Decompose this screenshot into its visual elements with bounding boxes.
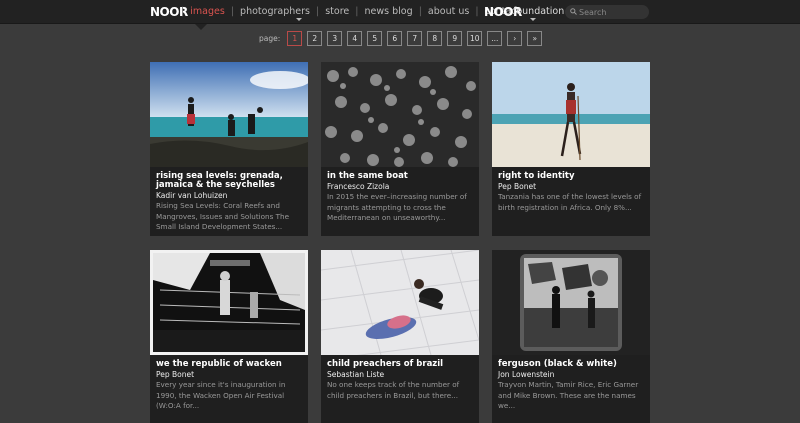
story-description: In 2015 the ever–increasing number of mi…	[327, 192, 467, 222]
foundation-dropdown-caret-icon[interactable]	[530, 18, 536, 21]
store-dropdown-caret-icon[interactable]	[296, 18, 302, 21]
search-icon	[570, 8, 577, 15]
nav-store[interactable]: store	[325, 6, 349, 17]
story-title[interactable]: rising sea levels: grenada, jamaica & th…	[156, 172, 304, 190]
story-card[interactable]: ferguson (black & white) Jon Lowenstein …	[492, 250, 650, 423]
nav-images[interactable]: images	[190, 6, 225, 17]
story-title[interactable]: child preachers of brazil	[327, 360, 475, 369]
story-card[interactable]: we the republic of wacken Pep Bonet Ever…	[150, 250, 308, 423]
nav-separator: |	[181, 6, 185, 17]
story-description: No one keeps track of the number of chil…	[327, 380, 460, 400]
story-title[interactable]: we the republic of wacken	[156, 360, 304, 369]
child-preacher-photo-image	[321, 250, 479, 355]
nav-about-us[interactable]: about us	[428, 6, 469, 17]
page-button[interactable]: 5	[367, 30, 383, 46]
foundation-label[interactable]: foundation	[513, 6, 564, 17]
nav-news-blog[interactable]: news blog	[365, 6, 413, 17]
story-description: Every year since it's inauguration in 19…	[156, 380, 286, 410]
story-title[interactable]: in the same boat	[327, 172, 475, 181]
story-author[interactable]: Pep Bonet	[498, 182, 646, 191]
main-menu: | images | photographers | store | news …	[178, 6, 520, 17]
page-button[interactable]: 6	[387, 30, 403, 46]
nav-photographers[interactable]: photographers	[240, 6, 310, 17]
story-card[interactable]: right to identity Pep Bonet Tanzania has…	[492, 62, 650, 236]
page-button[interactable]: 9	[447, 30, 463, 46]
beach-photo-image	[150, 62, 308, 167]
story-description: Rising Sea Levels: Coral Reefs and Mangr…	[156, 201, 290, 231]
story-title[interactable]: ferguson (black & white)	[498, 360, 646, 369]
beach-walker-photo-image	[492, 62, 650, 167]
page-button[interactable]: 10	[467, 30, 483, 46]
next-page-button[interactable]: ›	[507, 30, 523, 46]
story-thumbnail[interactable]	[492, 250, 650, 355]
story-author[interactable]: Kadir van Lohuizen	[156, 191, 304, 200]
story-thumbnail[interactable]	[321, 62, 479, 167]
story-author[interactable]: Sebastian Liste	[327, 370, 475, 379]
story-author[interactable]: Francesco Zizola	[327, 182, 475, 191]
page-ellipsis[interactable]: ...	[487, 30, 503, 46]
story-thumbnail[interactable]	[150, 62, 308, 167]
pagination-label: page:	[259, 33, 281, 43]
crowded-boat-photo-image	[321, 62, 479, 167]
page-button[interactable]: 3	[327, 30, 343, 46]
top-navigation-bar: NOOR | images | photographers | store | …	[0, 0, 800, 24]
nav-separator: |	[355, 6, 359, 17]
search-input[interactable]	[579, 6, 645, 18]
ferguson-street-photo-image	[492, 250, 650, 355]
story-card[interactable]: rising sea levels: grenada, jamaica & th…	[150, 62, 308, 236]
last-page-button[interactable]: »	[527, 30, 543, 46]
story-card[interactable]: child preachers of brazil Sebastian List…	[321, 250, 479, 423]
story-thumbnail[interactable]	[492, 62, 650, 167]
page-button[interactable]: 2	[307, 30, 323, 46]
story-author[interactable]: Jon Lowenstein	[498, 370, 646, 379]
page-button-current[interactable]: 1	[287, 30, 303, 46]
story-author[interactable]: Pep Bonet	[156, 370, 304, 379]
story-description: Tanzania has one of the lowest levels of…	[498, 192, 642, 212]
nav-separator: |	[230, 6, 235, 17]
page-button[interactable]: 4	[347, 30, 363, 46]
page-button[interactable]: 8	[427, 30, 443, 46]
page-button[interactable]: 7	[407, 30, 423, 46]
story-title[interactable]: right to identity	[498, 172, 646, 181]
pagination: page: 1 2 3 4 5 6 7 8 9 10 ... › »	[259, 30, 543, 46]
nav-separator: |	[316, 6, 320, 17]
search-box[interactable]	[565, 5, 649, 19]
active-menu-pointer	[195, 24, 207, 30]
story-thumbnail[interactable]	[150, 250, 308, 355]
nav-separator: |	[418, 6, 422, 17]
story-thumbnail[interactable]	[321, 250, 479, 355]
nav-separator: |	[475, 6, 479, 17]
story-card[interactable]: in the same boat Francesco Zizola In 201…	[321, 62, 479, 236]
story-description: Trayvon Martin, Tamir Rice, Eric Garner …	[498, 380, 639, 410]
wrestling-ring-photo-image	[150, 250, 308, 355]
